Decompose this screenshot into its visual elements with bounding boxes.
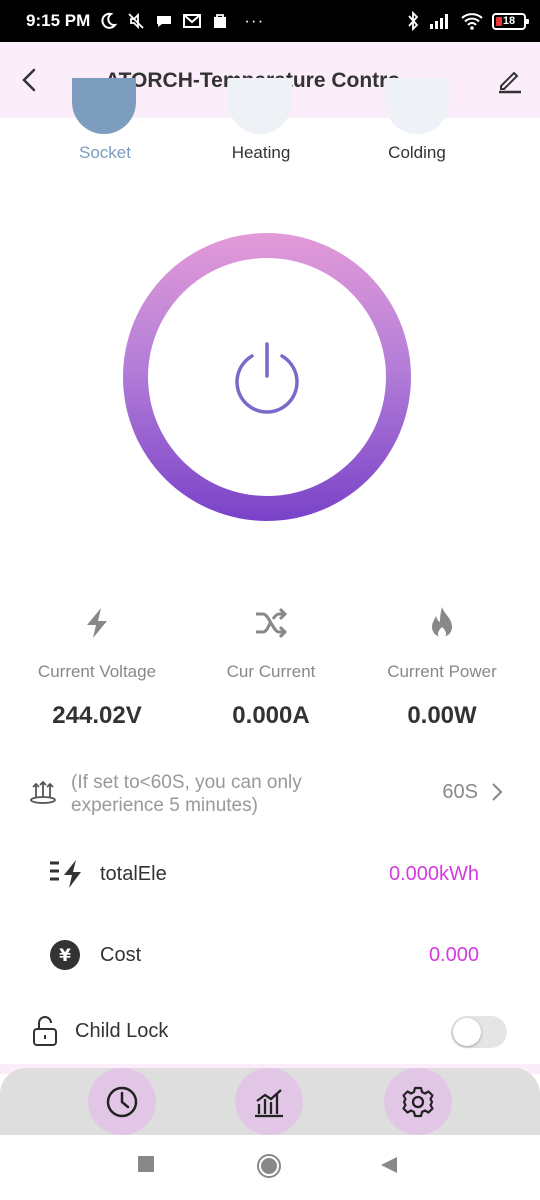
gear-icon — [402, 1086, 434, 1117]
heat-waves-icon — [30, 780, 56, 804]
power-icon — [235, 342, 299, 414]
child-lock-row: Child Lock — [0, 1006, 540, 1056]
yen-symbol: ¥ — [59, 946, 71, 966]
bag-icon — [214, 14, 227, 28]
metric-power-value: 0.00W — [407, 702, 477, 729]
unlocked-padlock-icon — [33, 1016, 57, 1046]
shuffle-icon — [256, 607, 288, 639]
back-triangle-icon[interactable] — [379, 1155, 399, 1175]
mail-icon — [183, 14, 202, 28]
total-electricity-label: totalEle — [100, 863, 167, 885]
settings-button[interactable] — [384, 1068, 452, 1135]
child-lock-label: Child Lock — [75, 1020, 169, 1042]
metric-voltage-label: Current Voltage — [37, 662, 157, 681]
flame-icon — [432, 607, 452, 638]
report-interval-value: 60S — [442, 781, 478, 803]
status-more-dots: ··· — [244, 11, 265, 30]
metric-current: Cur Current 0.000A — [186, 600, 356, 730]
mode-colding[interactable]: Colding — [357, 143, 477, 163]
status-bar: 9:15 PM ··· 18 — [0, 0, 540, 42]
energy-list-icon — [50, 860, 81, 888]
system-navigation-bar — [0, 1135, 540, 1200]
total-electricity-row: totalEle 0.000kWh — [0, 849, 540, 899]
bar-chart-icon — [255, 1088, 283, 1117]
cost-label: Cost — [100, 944, 142, 966]
signal-icon — [430, 14, 448, 29]
report-interval-hint: (If set to<60S, you can only experience … — [71, 772, 302, 816]
schedule-button[interactable] — [88, 1068, 156, 1135]
report-interval-row[interactable]: (If set to<60S, you can only experience … — [0, 768, 540, 824]
edit-pencil-icon[interactable] — [496, 66, 524, 94]
status-notification-icons — [98, 11, 230, 31]
cost-row: ¥ Cost 0.000 — [0, 930, 540, 980]
metric-voltage: Current Voltage 244.02V — [12, 600, 182, 730]
mode-selector: Socket Heating Colding — [0, 78, 540, 178]
bluetooth-icon — [408, 11, 419, 31]
back-arrow-icon[interactable] — [16, 66, 44, 94]
toggle-knob — [453, 1018, 481, 1046]
total-electricity-value: 0.000kWh — [388, 863, 479, 885]
home-icon[interactable] — [256, 1153, 282, 1179]
metric-current-value: 0.000A — [232, 702, 310, 729]
chevron-right-icon — [492, 783, 503, 801]
cost-value: 0.000 — [428, 944, 479, 966]
metric-power: Current Power 0.00W — [357, 600, 527, 730]
metric-voltage-value: 244.02V — [52, 702, 142, 729]
socket-mode-icon[interactable] — [72, 78, 136, 134]
lightning-icon — [87, 608, 107, 638]
chat-icon — [157, 16, 172, 27]
battery-level: 18 — [502, 15, 516, 27]
statistics-button[interactable] — [235, 1068, 303, 1135]
mode-heating[interactable]: Heating — [201, 143, 321, 163]
colding-mode-icon[interactable] — [385, 78, 449, 134]
power-button-inner — [148, 258, 386, 496]
yen-coin-icon: ¥ — [50, 940, 80, 970]
heating-mode-icon[interactable] — [228, 78, 292, 134]
child-lock-toggle[interactable] — [451, 1016, 507, 1048]
battery-icon: 18 — [492, 12, 529, 30]
status-time: 9:15 PM — [26, 11, 91, 30]
bottom-toolbar — [0, 1068, 540, 1135]
mute-icon — [128, 12, 144, 30]
status-system-icons: 18 — [406, 11, 529, 31]
metric-power-label: Current Power — [387, 662, 497, 681]
wifi-icon — [461, 13, 483, 30]
moon-icon — [101, 12, 118, 29]
metric-current-label: Cur Current — [226, 662, 316, 681]
power-button[interactable] — [123, 233, 411, 521]
mode-socket[interactable]: Socket — [45, 143, 165, 163]
recent-apps-icon[interactable] — [137, 1155, 155, 1173]
clock-icon — [106, 1086, 138, 1117]
